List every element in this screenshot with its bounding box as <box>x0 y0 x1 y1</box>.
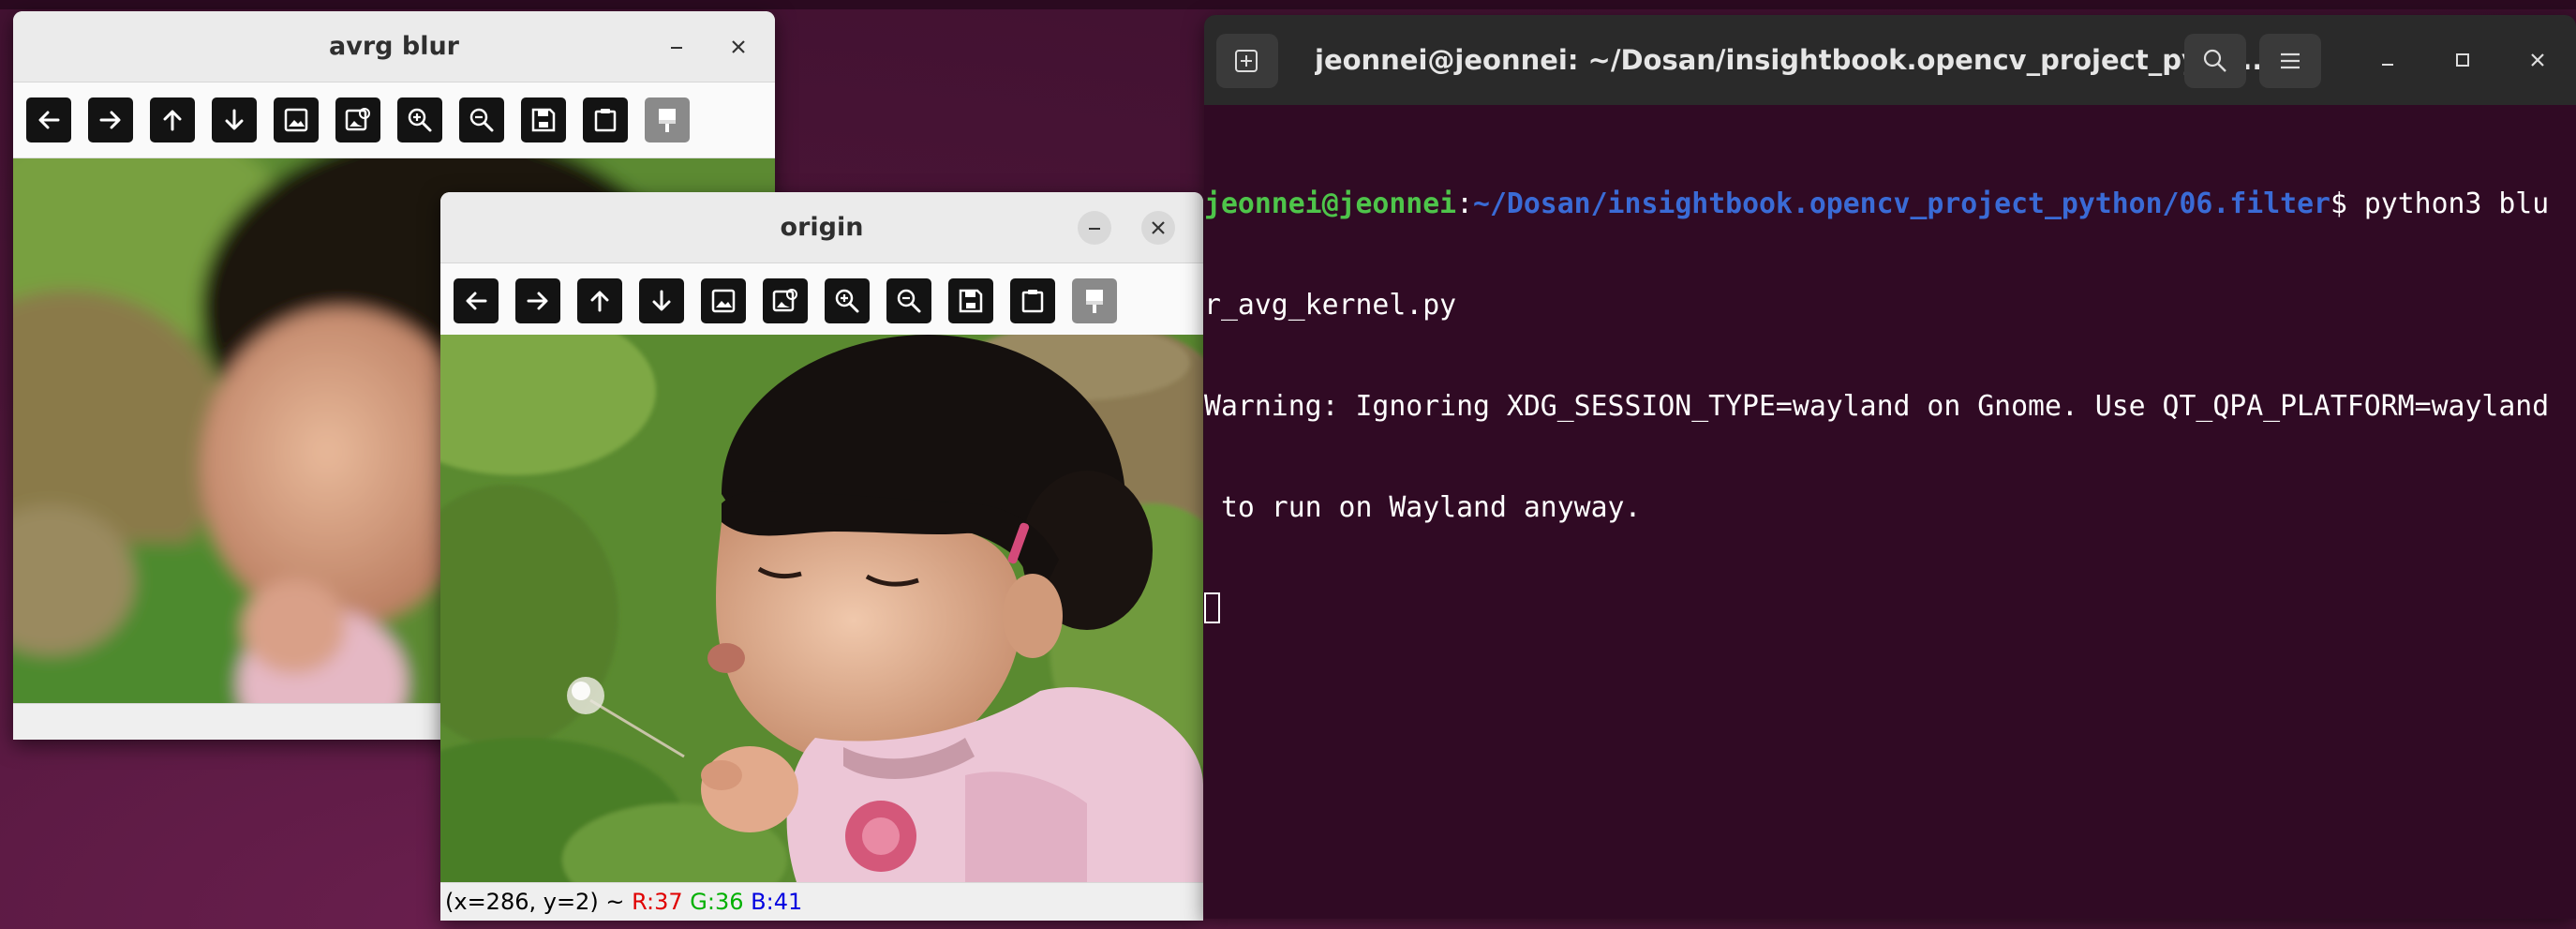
pan-right-button[interactable] <box>88 97 133 142</box>
prompt-user: jeonnei@jeonnei <box>1204 187 1457 220</box>
origin-statusbar: (x=286, y=2) ~ R:37 G:36 B:41 <box>440 882 1203 921</box>
minimize-button[interactable] <box>2369 41 2406 79</box>
close-icon <box>732 40 745 53</box>
zoom-fit-button[interactable] <box>763 278 808 323</box>
close-button[interactable] <box>1141 211 1175 245</box>
pan-down-button[interactable] <box>639 278 684 323</box>
save-icon <box>959 289 983 313</box>
pan-left-button[interactable] <box>454 278 499 323</box>
new-tab-icon <box>1235 50 1258 72</box>
output-line: to run on Wayland anyway. <box>1204 491 1642 524</box>
close-icon <box>1152 221 1165 234</box>
search-button[interactable] <box>2184 34 2246 88</box>
overlay-button[interactable] <box>645 97 690 142</box>
save-icon <box>531 108 556 132</box>
status-blue-value: B:41 <box>751 889 803 915</box>
properties-icon <box>1021 290 1044 313</box>
pan-up-icon <box>590 291 609 312</box>
status-red-value: R:37 <box>632 889 683 915</box>
search-icon <box>2203 49 2226 72</box>
pan-right-icon <box>99 111 121 129</box>
minimize-icon <box>2382 64 2393 66</box>
minimize-button[interactable] <box>660 30 693 64</box>
prompt-separator: : <box>1456 187 1474 220</box>
terminal-output[interactable]: jeonnei@jeonnei:~/Dosan/insightbook.open… <box>1204 105 2576 919</box>
zoom-original-button[interactable] <box>701 278 746 323</box>
zoom-in-icon <box>408 108 432 132</box>
close-button[interactable] <box>2519 41 2556 79</box>
maximize-icon <box>2456 53 2469 67</box>
prompt-symbol: $ <box>2330 187 2364 220</box>
terminal-headerbar[interactable]: jeonnei@jeonnei: ~/Dosan/insightbook.ope… <box>1204 15 2576 105</box>
prompt-line: jeonnei@jeonnei:~/Dosan/insightbook.open… <box>1204 187 2576 221</box>
zoom-out-icon <box>897 289 921 313</box>
close-icon <box>2531 53 2544 67</box>
maximize-button[interactable] <box>2444 41 2481 79</box>
save-button[interactable] <box>521 97 566 142</box>
pan-up-button[interactable] <box>577 278 622 323</box>
desktop-top-strip <box>0 0 2576 9</box>
text-cursor <box>1204 592 1220 623</box>
origin-toolbar <box>440 263 1203 339</box>
zoom-original-icon <box>284 108 308 132</box>
pan-left-icon <box>38 111 60 129</box>
zoom-original-icon <box>711 289 736 313</box>
pan-up-icon <box>163 110 182 131</box>
minimize-button[interactable] <box>1078 211 1111 245</box>
origin-titlebar[interactable]: origin <box>440 192 1203 263</box>
properties-button[interactable] <box>1010 278 1055 323</box>
command-wrap-line: r_avg_kernel.py <box>1204 289 1457 322</box>
save-button[interactable] <box>948 278 993 323</box>
terminal-window: jeonnei@jeonnei: ~/Dosan/insightbook.ope… <box>1204 15 2576 919</box>
close-button[interactable] <box>722 30 755 64</box>
pan-down-icon <box>225 109 244 130</box>
pan-right-icon <box>527 292 548 310</box>
zoom-fit-icon <box>345 108 370 131</box>
pan-down-icon <box>652 290 671 311</box>
original-image[interactable] <box>440 335 1203 882</box>
status-green-value: G:36 <box>690 889 744 915</box>
overlay-icon <box>659 109 676 132</box>
zoom-in-button[interactable] <box>825 278 870 323</box>
zoom-fit-icon <box>772 289 797 312</box>
hamburger-menu-icon <box>2281 52 2300 69</box>
zoom-out-button[interactable] <box>459 97 504 142</box>
zoom-in-icon <box>835 289 859 313</box>
pan-up-button[interactable] <box>150 97 195 142</box>
output-line: Warning: Ignoring XDG_SESSION_TYPE=wayla… <box>1204 390 2550 423</box>
properties-button[interactable] <box>583 97 628 142</box>
overlay-button[interactable] <box>1072 278 1117 323</box>
command-text: python3 blu <box>2363 187 2550 220</box>
terminal-title: jeonnei@jeonnei: ~/Dosan/insightbook.ope… <box>1315 44 2263 76</box>
pan-down-button[interactable] <box>212 97 257 142</box>
overlay-icon <box>1086 290 1103 313</box>
origin-window: origin (x=286, y=2) ~ R:37 G:36 B:41 <box>440 192 1203 921</box>
pan-left-button[interactable] <box>26 97 71 142</box>
cursor-line <box>1204 592 2576 626</box>
pan-right-button[interactable] <box>515 278 560 323</box>
minimize-icon <box>1089 228 1100 230</box>
new-tab-button[interactable] <box>1216 34 1278 88</box>
avrg-blur-toolbar <box>13 82 775 158</box>
zoom-out-button[interactable] <box>886 278 931 323</box>
zoom-original-button[interactable] <box>274 97 319 142</box>
zoom-out-icon <box>469 108 494 132</box>
menu-button[interactable] <box>2259 34 2321 88</box>
avrg-blur-titlebar[interactable]: avrg blur <box>13 11 775 82</box>
prompt-path: ~/Dosan/insightbook.opencv_project_pytho… <box>1473 187 2330 220</box>
properties-icon <box>594 109 617 132</box>
zoom-in-button[interactable] <box>397 97 442 142</box>
original-photo <box>440 335 1203 882</box>
minimize-icon <box>671 47 682 49</box>
status-coords: (x=286, y=2) ~ <box>445 889 625 915</box>
zoom-fit-button[interactable] <box>335 97 380 142</box>
pan-left-icon <box>466 292 487 310</box>
